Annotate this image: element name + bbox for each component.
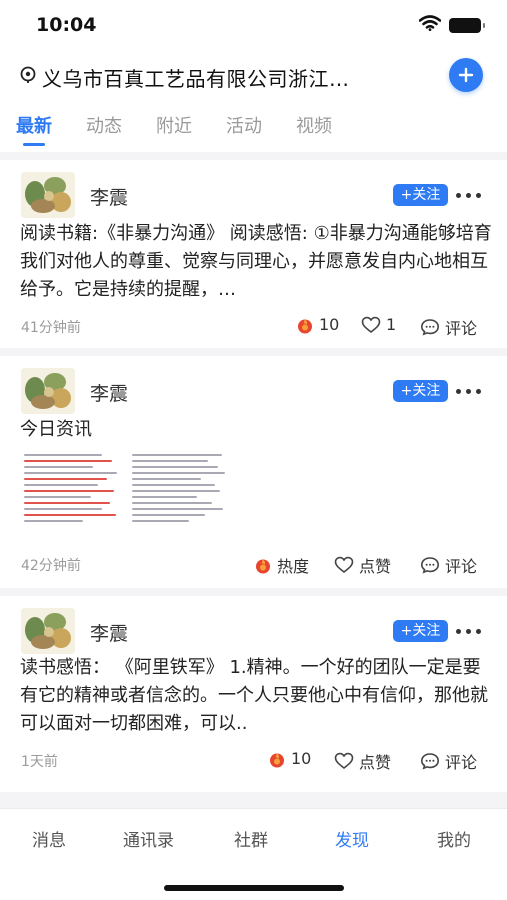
heat-action[interactable]: 热度 — [254, 553, 309, 577]
comment-icon — [420, 319, 440, 336]
tab-activity-feed[interactable]: 动态 — [86, 112, 122, 138]
location-text[interactable]: 义乌市百真工艺品有限公司浙江… — [42, 63, 350, 92]
home-indicator[interactable] — [164, 885, 344, 891]
like-label: 点赞 — [359, 557, 392, 576]
battery-icon — [449, 17, 485, 33]
comment-action[interactable]: 评论 — [420, 315, 477, 339]
heat-count: 10 — [291, 749, 312, 768]
status-time: 10:04 — [36, 14, 97, 36]
active-tab-indicator — [23, 143, 45, 146]
divider — [0, 792, 507, 808]
comment-label: 评论 — [445, 319, 478, 338]
like-action[interactable]: 1 — [361, 315, 396, 334]
divider — [0, 152, 507, 160]
follow-button[interactable]: +关注 — [393, 380, 448, 402]
nav-item-messages[interactable]: 消息 — [32, 826, 66, 851]
avatar[interactable] — [21, 608, 75, 654]
location-pin-icon — [20, 66, 36, 88]
comment-action[interactable]: 评论 — [420, 553, 477, 577]
tab-latest[interactable]: 最新 — [16, 112, 52, 138]
status-bar: 10:04 — [0, 0, 507, 52]
flame-icon — [270, 752, 284, 767]
heat-label: 热度 — [277, 557, 310, 576]
tab-events[interactable]: 活动 — [226, 112, 262, 138]
comment-icon — [420, 753, 440, 770]
follow-button[interactable]: +关注 — [393, 184, 448, 206]
flame-icon — [298, 318, 312, 333]
status-icons — [418, 15, 485, 35]
avatar[interactable] — [21, 368, 75, 414]
like-count: 1 — [386, 315, 397, 334]
heart-icon — [334, 556, 354, 574]
nav-item-community[interactable]: 社群 — [234, 826, 268, 851]
like-action[interactable]: 点赞 — [334, 553, 391, 577]
heart-icon — [334, 752, 354, 770]
feed-post[interactable]: 李震 +关注 读书感悟： 《阿里铁军》 1.精神。一个好的团队一定是要有它的精神… — [0, 596, 507, 792]
flame-icon — [256, 559, 270, 574]
author-name[interactable]: 李震 — [90, 619, 128, 646]
comment-action[interactable]: 评论 — [420, 749, 477, 773]
heart-icon — [361, 316, 381, 333]
post-text[interactable]: 读书感悟： 《阿里铁军》 1.精神。一个好的团队一定是要有它的精神或者信念的。一… — [20, 654, 492, 738]
more-options-icon[interactable] — [456, 629, 481, 634]
avatar[interactable] — [21, 172, 75, 218]
plus-icon — [458, 67, 474, 83]
bottom-navigation: 消息 通讯录 社群 发现 我的 — [0, 808, 507, 864]
divider — [0, 588, 507, 596]
tab-nearby[interactable]: 附近 — [156, 112, 192, 138]
news-image-thumbnail[interactable] — [22, 452, 234, 538]
nav-item-me[interactable]: 我的 — [437, 826, 471, 851]
more-options-icon[interactable] — [456, 389, 481, 394]
tab-videos[interactable]: 视频 — [296, 112, 332, 138]
comment-icon — [420, 557, 440, 574]
nav-item-discover[interactable]: 发现 — [335, 826, 369, 851]
post-timestamp: 41分钟前 — [21, 320, 81, 336]
like-action[interactable]: 点赞 — [334, 749, 391, 773]
heat-count: 10 — [319, 315, 340, 334]
feed-post[interactable]: 李震 +关注 今日资讯 42分钟前 热度 点赞 评论 — [0, 356, 507, 590]
feed-post[interactable]: 李震 +关注 阅读书籍:《非暴力沟通》 阅读感悟: ①非暴力沟通能够培育我们对他… — [0, 160, 507, 348]
nav-item-contacts[interactable]: 通讯录 — [123, 826, 174, 851]
follow-button[interactable]: +关注 — [393, 620, 448, 642]
news-image-right-column — [132, 454, 230, 536]
like-label: 点赞 — [359, 753, 392, 772]
author-name[interactable]: 李震 — [90, 183, 128, 210]
comment-label: 评论 — [445, 753, 478, 772]
post-text[interactable]: 今日资讯 — [20, 416, 492, 444]
more-options-icon[interactable] — [456, 193, 481, 198]
news-image-left-column — [24, 454, 122, 536]
post-timestamp: 1天前 — [21, 754, 58, 770]
divider — [0, 348, 507, 356]
post-text[interactable]: 阅读书籍:《非暴力沟通》 阅读感悟: ①非暴力沟通能够培育我们对他人的尊重、觉察… — [20, 220, 492, 304]
add-button[interactable] — [449, 58, 483, 92]
feed-tabs: 最新 动态 附近 活动 视频 — [0, 104, 507, 148]
heat-action[interactable]: 10 — [268, 749, 311, 768]
comment-label: 评论 — [445, 557, 478, 576]
post-timestamp: 42分钟前 — [21, 558, 81, 574]
wifi-icon — [418, 15, 442, 35]
location-bar[interactable]: 义乌市百真工艺品有限公司浙江… — [0, 55, 507, 97]
author-name[interactable]: 李震 — [90, 379, 128, 406]
heat-action[interactable]: 10 — [296, 315, 339, 334]
